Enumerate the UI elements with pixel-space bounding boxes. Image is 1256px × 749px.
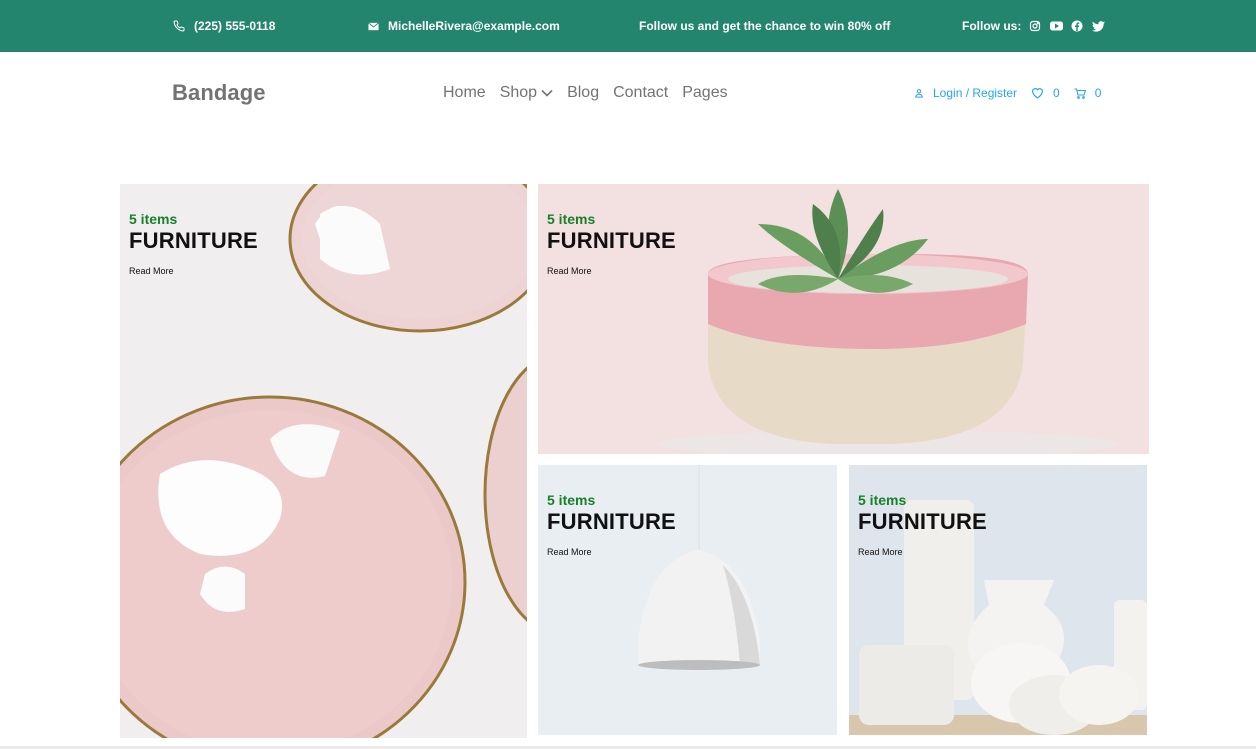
cart-button[interactable]: 0	[1074, 86, 1102, 100]
read-more-link[interactable]: Read More	[129, 266, 174, 276]
menu-home-label: Home	[443, 84, 486, 101]
follow-label: Follow us:	[962, 19, 1022, 33]
card-title: FURNITURE	[129, 228, 258, 253]
wishlist-button[interactable]: 0	[1031, 86, 1060, 100]
chevron-down-icon	[541, 84, 553, 102]
card-items-count: 5 items	[547, 492, 596, 508]
menu-blog-label: Blog	[567, 84, 600, 101]
menu-contact-label: Contact	[613, 84, 669, 101]
category-card-succulent[interactable]: 5 items FURNITURE Read More	[538, 184, 1149, 454]
read-more-link[interactable]: Read More	[547, 547, 592, 557]
contact-email[interactable]: MichelleRivera@example.com	[366, 19, 560, 33]
twitter-icon[interactable]	[1091, 19, 1105, 33]
card-title: FURNITURE	[547, 228, 676, 253]
login-register-link[interactable]: Login / Register	[914, 86, 1017, 100]
phone-text: (225) 555-0118	[194, 19, 276, 33]
social-links: Follow us:	[962, 19, 1105, 33]
menu-pages-label: Pages	[682, 84, 728, 101]
contact-phone[interactable]: (225) 555-0118	[172, 19, 275, 33]
menu-pages[interactable]: Pages	[682, 84, 727, 102]
main-menu: Home Shop Blog Contact Pages	[443, 84, 728, 102]
top-bar: (225) 555-0118 MichelleRivera@example.co…	[0, 0, 1256, 52]
user-icon	[914, 88, 924, 98]
cart-count: 0	[1094, 86, 1102, 100]
heart-icon	[1031, 87, 1044, 99]
category-card-plates[interactable]: 5 items FURNITURE Read More	[120, 184, 527, 738]
phone-icon	[172, 19, 186, 33]
card-text: 5 items FURNITURE Read More	[547, 211, 676, 279]
card-items-count: 5 items	[547, 211, 596, 227]
main-navbar: Bandage Home Shop Blog Contact Pages Log…	[0, 52, 1256, 134]
menu-contact[interactable]: Contact	[613, 84, 668, 102]
category-card-lamp[interactable]: 5 items FURNITURE Read More	[538, 465, 837, 735]
card-text: 5 items FURNITURE Read More	[858, 492, 987, 560]
email-text: MichelleRivera@example.com	[388, 19, 560, 33]
nav-actions: Login / Register 0 0	[914, 86, 1101, 100]
brand-logo[interactable]: Bandage	[172, 80, 266, 106]
wishlist-count: 0	[1053, 86, 1060, 100]
card-title: FURNITURE	[547, 509, 676, 534]
facebook-icon[interactable]	[1070, 19, 1084, 33]
category-card-vases[interactable]: 5 items FURNITURE Read More	[849, 465, 1147, 735]
login-register-label: Login / Register	[933, 86, 1018, 100]
cart-icon	[1074, 87, 1086, 99]
card-text: 5 items FURNITURE Read More	[547, 492, 676, 560]
card-text: 5 items FURNITURE Read More	[129, 211, 258, 279]
menu-shop[interactable]: Shop	[500, 84, 553, 102]
read-more-link[interactable]: Read More	[858, 547, 903, 557]
card-items-count: 5 items	[129, 211, 178, 227]
menu-shop-label: Shop	[499, 84, 538, 101]
menu-blog[interactable]: Blog	[567, 84, 599, 102]
mail-icon	[366, 19, 380, 33]
card-title: FURNITURE	[858, 509, 987, 534]
promo-text: Follow us and get the chance to win 80% …	[639, 19, 891, 33]
menu-home[interactable]: Home	[443, 84, 486, 102]
instagram-icon[interactable]	[1028, 19, 1042, 33]
read-more-link[interactable]: Read More	[547, 266, 592, 276]
youtube-icon[interactable]	[1049, 19, 1063, 33]
card-items-count: 5 items	[858, 492, 907, 508]
